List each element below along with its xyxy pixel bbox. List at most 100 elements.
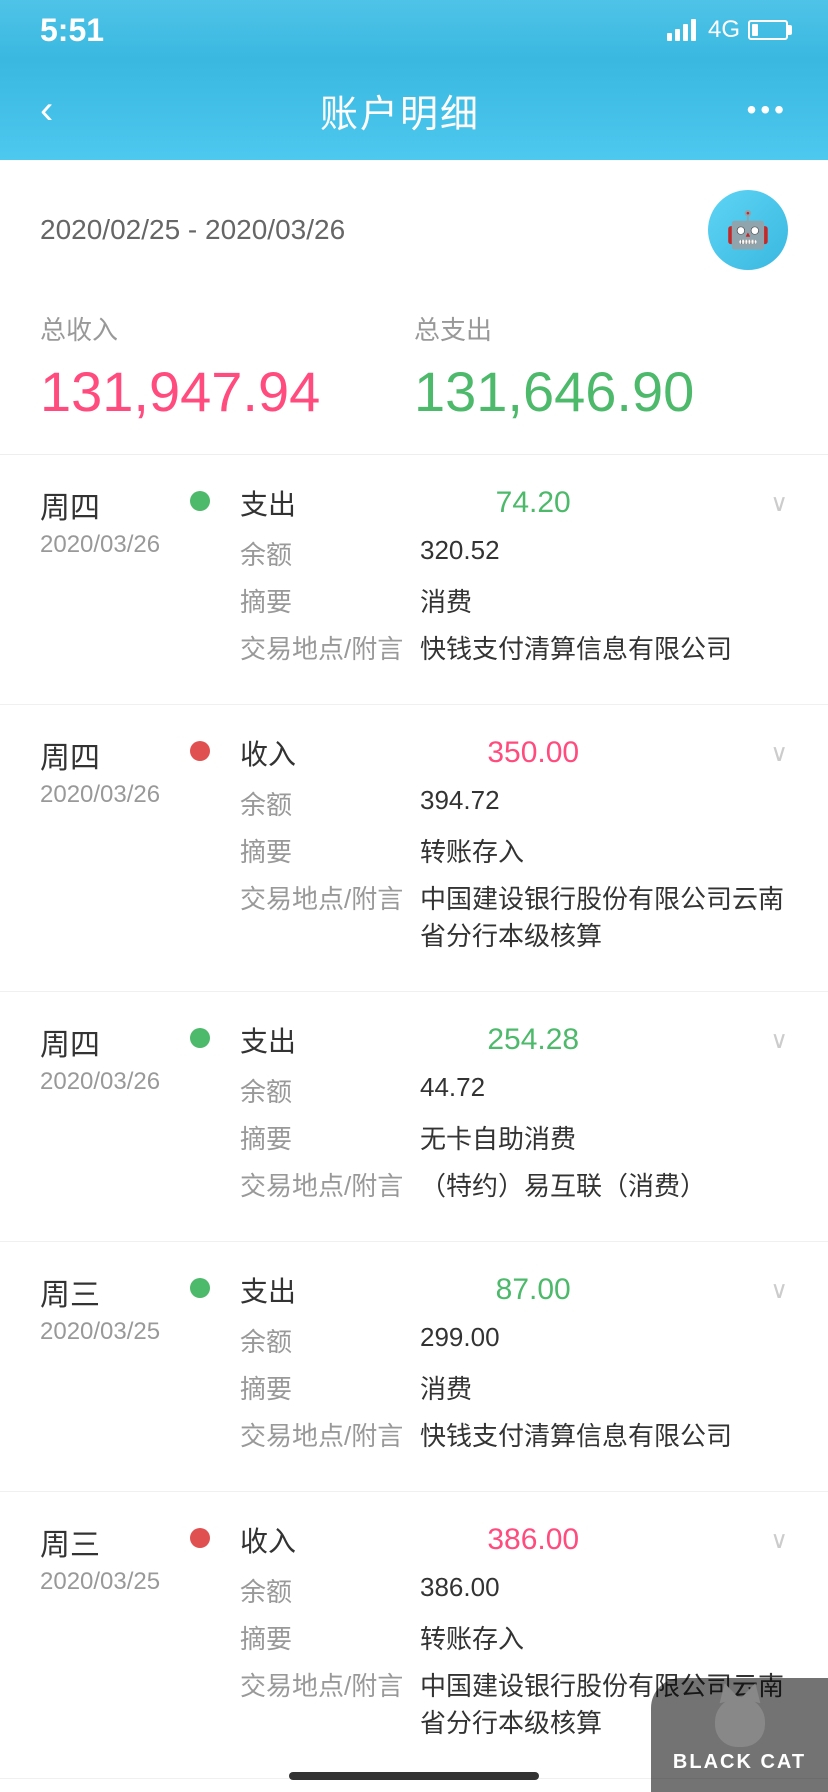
amount-value: 350.00 [487,736,579,770]
detail-col: 支出 74.20 ∨ 余额 320.52 摘要 消费 交易地点/附言 快钱支付清… [240,483,788,676]
date-range-text: 2020/02/25 - 2020/03/26 [40,214,345,246]
balance-row: 余额 394.72 [240,785,788,822]
summary-value: 无卡自助消费 [420,1119,788,1156]
status-time: 5:51 [40,12,104,49]
status-dot [190,1278,210,1298]
balance-key: 余额 [240,1072,420,1109]
chevron-down-icon: ∨ [770,1526,788,1555]
summary-value: 消费 [420,1369,788,1406]
page-title: 账户明细 [320,83,480,138]
date-label: 2020/03/25 [40,1568,170,1596]
type-row: 收入 350.00 ∨ [240,733,788,773]
summary-section: 总收入 131,947.94 总支出 131,646.90 [0,290,828,455]
chevron-down-icon: ∨ [770,1026,788,1055]
network-label: 4G [708,16,740,44]
date-col: 周四 2020/03/26 [40,483,170,676]
type-label: 支出 [240,483,296,523]
summary-row: 摘要 转账存入 [240,832,788,869]
summary-key: 摘要 [240,1119,420,1156]
balance-row: 余额 320.52 [240,535,788,572]
watermark: BLACK CAT [651,1678,828,1792]
location-value: 中国建设银行股份有限公司云南省分行本级核算 [420,879,788,953]
income-summary: 总收入 131,947.94 [40,310,414,424]
transaction-list: 周四 2020/03/26 支出 74.20 ∨ 余额 320.52 摘要 消费… [0,455,828,1779]
summary-row: 摘要 消费 [240,582,788,619]
date-range-section: 2020/02/25 - 2020/03/26 🤖 [0,160,828,290]
location-row: 交易地点/附言 （特约）易互联（消费） [240,1166,788,1203]
header: ‹ 账户明细 ••• [0,60,828,160]
type-label: 收入 [240,733,296,773]
date-col: 周三 2020/03/25 [40,1270,170,1463]
more-button[interactable]: ••• [747,94,788,126]
dot-col [190,483,220,676]
status-bar: 5:51 4G [0,0,828,60]
detail-col: 收入 350.00 ∨ 余额 394.72 摘要 转账存入 交易地点/附言 中国… [240,733,788,963]
transaction-item[interactable]: 周三 2020/03/25 支出 87.00 ∨ 余额 299.00 摘要 消费… [0,1242,828,1492]
type-label: 支出 [240,1270,296,1310]
summary-key: 摘要 [240,1369,420,1406]
day-label: 周四 [40,483,170,527]
balance-value: 386.00 [420,1572,788,1603]
amount-value: 87.00 [496,1273,571,1307]
location-key: 交易地点/附言 [240,1416,420,1453]
summary-key: 摘要 [240,582,420,619]
transaction-item[interactable]: 周四 2020/03/26 收入 350.00 ∨ 余额 394.72 摘要 转… [0,705,828,992]
balance-value: 394.72 [420,785,788,816]
type-label: 收入 [240,1520,296,1560]
location-value: 快钱支付清算信息有限公司 [420,629,788,666]
robot-button[interactable]: 🤖 [708,190,788,270]
chevron-down-icon: ∨ [770,489,788,518]
location-row: 交易地点/附言 中国建设银行股份有限公司云南省分行本级核算 [240,879,788,953]
date-label: 2020/03/26 [40,531,170,559]
location-value: 快钱支付清算信息有限公司 [420,1416,788,1453]
type-row: 收入 386.00 ∨ [240,1520,788,1560]
balance-key: 余额 [240,1322,420,1359]
location-value: （特约）易互联（消费） [420,1166,788,1203]
summary-key: 摘要 [240,1619,420,1656]
transaction-item[interactable]: 周四 2020/03/26 支出 74.20 ∨ 余额 320.52 摘要 消费… [0,455,828,705]
location-key: 交易地点/附言 [240,1666,420,1703]
detail-col: 支出 87.00 ∨ 余额 299.00 摘要 消费 交易地点/附言 快钱支付清… [240,1270,788,1463]
expense-amount: 131,646.90 [414,359,788,424]
balance-value: 299.00 [420,1322,788,1353]
location-key: 交易地点/附言 [240,629,420,666]
summary-key: 摘要 [240,832,420,869]
date-col: 周四 2020/03/26 [40,1020,170,1213]
balance-key: 余额 [240,785,420,822]
summary-row: 摘要 无卡自助消费 [240,1119,788,1156]
balance-row: 余额 386.00 [240,1572,788,1609]
cat-icon [715,1697,765,1747]
income-label: 总收入 [40,310,414,347]
amount-value: 74.20 [496,486,571,520]
balance-row: 余额 299.00 [240,1322,788,1359]
day-label: 周三 [40,1520,170,1564]
balance-value: 320.52 [420,535,788,566]
day-label: 周三 [40,1270,170,1314]
amount-value: 386.00 [487,1523,579,1557]
content-area: 2020/02/25 - 2020/03/26 🤖 总收入 131,947.94… [0,160,828,1792]
day-label: 周四 [40,733,170,777]
chevron-down-icon: ∨ [770,1276,788,1305]
signal-icon [667,19,696,41]
detail-col: 支出 254.28 ∨ 余额 44.72 摘要 无卡自助消费 交易地点/附言 （… [240,1020,788,1213]
type-label: 支出 [240,1020,296,1060]
back-button[interactable]: ‹ [40,88,53,133]
transaction-item[interactable]: 周四 2020/03/26 支出 254.28 ∨ 余额 44.72 摘要 无卡… [0,992,828,1242]
balance-key: 余额 [240,1572,420,1609]
location-key: 交易地点/附言 [240,1166,420,1203]
dot-col [190,1520,220,1750]
amount-value: 254.28 [487,1023,579,1057]
expense-label: 总支出 [414,310,788,347]
dot-col [190,1020,220,1213]
type-row: 支出 74.20 ∨ [240,483,788,523]
expense-summary: 总支出 131,646.90 [414,310,788,424]
status-icons: 4G [667,16,788,44]
dot-col [190,733,220,963]
date-col: 周四 2020/03/26 [40,733,170,963]
home-indicator [289,1772,539,1780]
balance-row: 余额 44.72 [240,1072,788,1109]
dot-col [190,1270,220,1463]
day-label: 周四 [40,1020,170,1064]
status-dot [190,1028,210,1048]
watermark-text: BLACK CAT [673,1751,806,1774]
